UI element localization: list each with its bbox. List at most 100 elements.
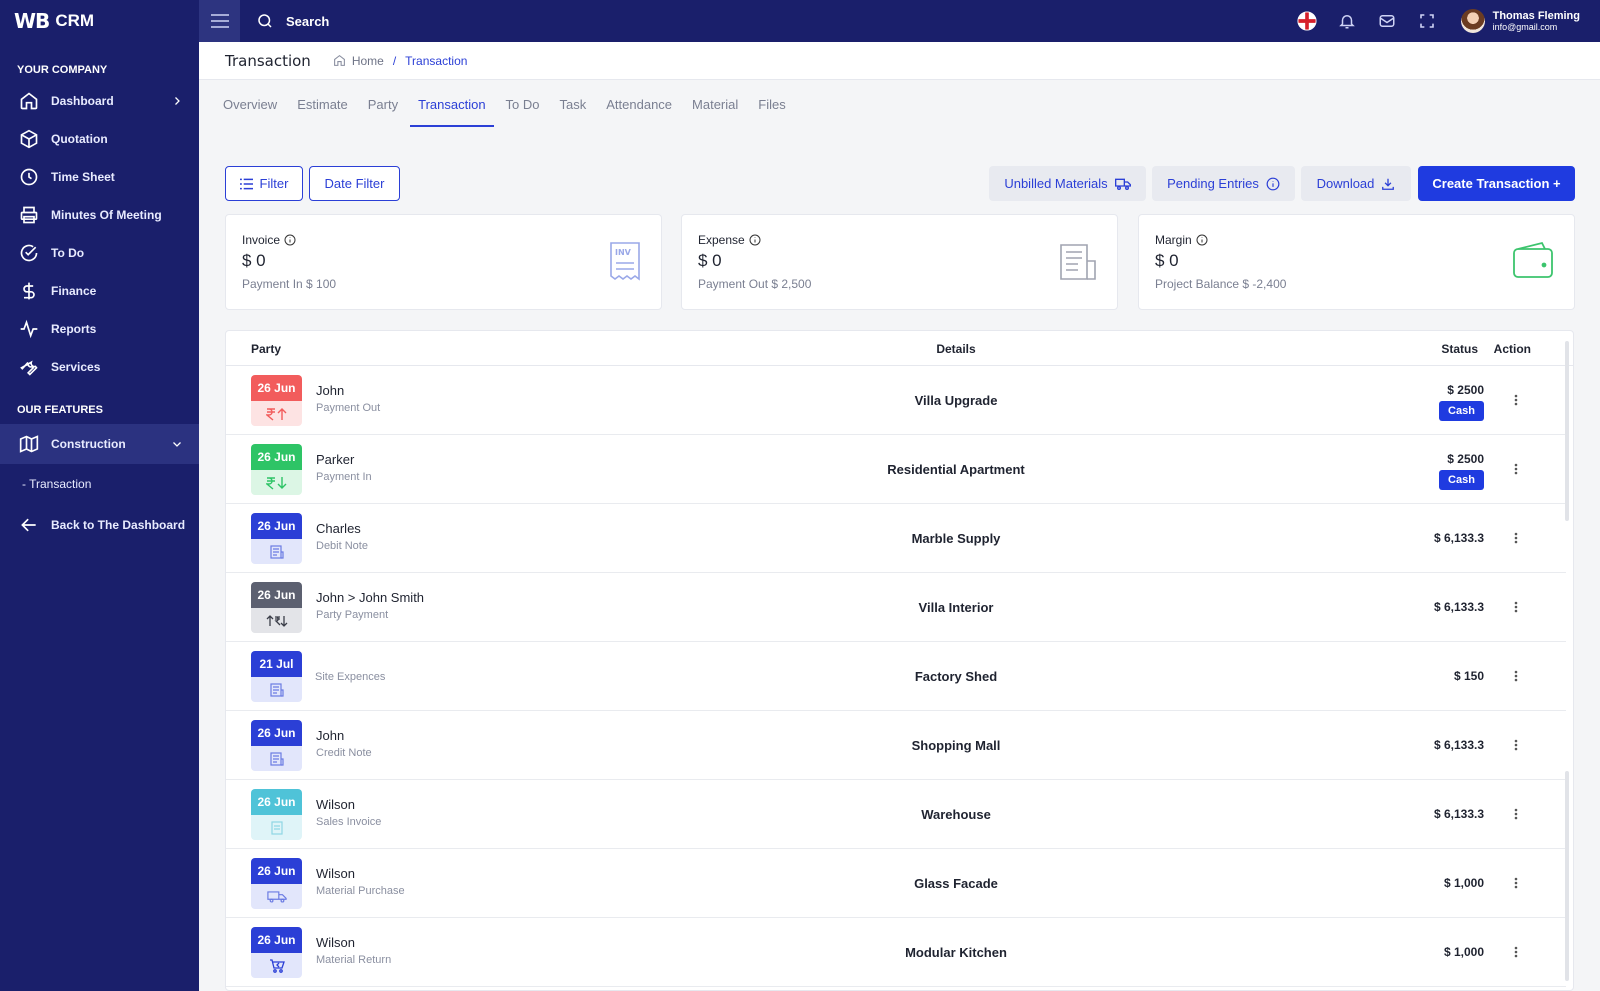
breadcrumb-home[interactable]: Home: [352, 54, 384, 68]
download-button[interactable]: Download: [1301, 166, 1411, 201]
more-options-icon[interactable]: [1508, 805, 1524, 823]
mail-icon[interactable]: [1377, 11, 1397, 31]
sidebar-item-quotation[interactable]: Quotation: [0, 120, 199, 158]
invoice-receipt-icon: INV: [610, 242, 640, 281]
date-label: 26 Jun: [251, 927, 302, 953]
more-options-icon[interactable]: [1508, 736, 1524, 754]
table-row[interactable]: 26 Jun Wilson Material Return Modular Ki…: [226, 918, 1566, 987]
sidebar-item-reports[interactable]: Reports: [0, 310, 199, 348]
date-badge: 26 Jun: [251, 789, 302, 840]
table-row[interactable]: 26 Jun John Credit Note Shopping Mall $ …: [226, 711, 1566, 780]
table-row[interactable]: 26 Jun Wilson Material Purchase Glass Fa…: [226, 849, 1566, 918]
bell-icon[interactable]: [1337, 11, 1357, 31]
sidebar-item-finance[interactable]: Finance: [0, 272, 199, 310]
card-value: $ 0: [1155, 251, 1179, 270]
tab-to-do[interactable]: To Do: [496, 80, 550, 128]
sidebar-item-time-sheet[interactable]: Time Sheet: [0, 158, 199, 196]
transaction-amount: $ 1,000: [1443, 945, 1484, 959]
sidebar-item-to-do[interactable]: To Do: [0, 234, 199, 272]
more-options-icon[interactable]: [1508, 943, 1524, 961]
date-label: 26 Jun: [251, 375, 302, 401]
menu-toggle-button[interactable]: [199, 0, 240, 42]
expense-document-icon: [1060, 244, 1096, 280]
sidebar-item-label: Services: [51, 360, 101, 374]
sidebar-item-minutes-of-meeting[interactable]: Minutes Of Meeting: [0, 196, 199, 234]
table-row[interactable]: 26 Jun John Payment Out Villa Upgrade $ …: [226, 366, 1566, 435]
tab-party[interactable]: Party: [358, 80, 408, 128]
sidebar-item-services[interactable]: Services: [0, 348, 199, 386]
tab-material[interactable]: Material: [682, 80, 748, 128]
back-to-dashboard-link[interactable]: Back to The Dashboard: [0, 504, 199, 546]
transaction-details: Glass Facade: [914, 876, 998, 891]
transaction-amount: $ 1,000: [1443, 876, 1484, 890]
sidebar-item-dashboard[interactable]: Dashboard: [0, 82, 199, 120]
filter-label: Filter: [259, 176, 289, 191]
card-label-text: Margin: [1155, 233, 1192, 247]
table-row[interactable]: 26 Jun Wilson Sales Invoice Warehouse $ …: [226, 780, 1566, 849]
card-label: Margin: [1155, 233, 1558, 247]
transaction-type: Payment Out: [316, 402, 381, 414]
topbar-actions: Thomas Fleming info@gmail.com: [1297, 0, 1580, 42]
tab-files[interactable]: Files: [748, 80, 795, 128]
invoice-card: Invoice $ 0 Payment In $ 100 INV: [225, 214, 662, 310]
sidebar-item-label: Quotation: [51, 132, 108, 146]
party-name: Parker: [316, 452, 355, 467]
search-box[interactable]: Search: [240, 12, 329, 30]
create-transaction-button[interactable]: Create Transaction +: [1418, 166, 1575, 201]
sidebar-item-label: Reports: [51, 322, 97, 336]
brand[interactable]: WB CRM: [0, 0, 199, 42]
transaction-amount: $ 6,133.3: [1433, 738, 1484, 752]
date-filter-button[interactable]: Date Filter: [309, 166, 400, 201]
tab-task[interactable]: Task: [550, 80, 597, 128]
column-header-action: Action: [1493, 342, 1531, 356]
more-options-icon[interactable]: [1508, 391, 1524, 409]
unbilled-materials-button[interactable]: Unbilled Materials: [989, 166, 1146, 201]
clock-icon: [20, 168, 38, 186]
info-icon[interactable]: [284, 234, 296, 246]
table-row[interactable]: 21 Jul Site Expences Factory Shed $ 150: [226, 642, 1566, 711]
transaction-type: Credit Note: [316, 747, 372, 759]
table-row[interactable]: 26 Jun Charles Debit Note Marble Supply …: [226, 504, 1566, 573]
payment-mode-badge: Cash: [1439, 470, 1484, 490]
date-label: 26 Jun: [251, 858, 302, 884]
tab-attendance[interactable]: Attendance: [596, 80, 682, 128]
date-label: 26 Jun: [251, 789, 302, 815]
transaction-type: Debit Note: [316, 540, 368, 552]
table-row[interactable]: 26 Jun Parker Payment In Residential Apa…: [226, 435, 1566, 504]
table-scrollbar-thumb[interactable]: [1565, 771, 1569, 981]
user-profile[interactable]: Thomas Fleming info@gmail.com: [1460, 9, 1580, 33]
card-subtext: Payment In $ 100: [242, 277, 337, 291]
transaction-type: Site Expences: [315, 671, 386, 683]
tab-transaction[interactable]: Transaction: [408, 80, 495, 128]
brand-name: CRM: [55, 11, 95, 30]
fullscreen-icon[interactable]: [1417, 11, 1437, 31]
card-label-text: Expense: [698, 233, 745, 247]
pending-entries-button[interactable]: Pending Entries: [1152, 166, 1295, 201]
arrow-left-icon: [21, 518, 36, 532]
language-flag-icon[interactable]: [1297, 11, 1317, 31]
party-name: Wilson: [316, 797, 356, 812]
card-label: Invoice: [242, 233, 645, 247]
sidebar: WB CRM YOUR COMPANY Dashboard Quotation …: [0, 0, 199, 991]
sidebar-item-construction[interactable]: Construction: [0, 424, 199, 464]
info-icon: [1266, 177, 1280, 190]
table-row[interactable]: 26 Jun John > John Smith Party Payment V…: [226, 573, 1566, 642]
more-options-icon[interactable]: [1508, 667, 1524, 685]
topbar: Search Thomas Fleming info@gmail.com: [199, 0, 1600, 42]
pending-entries-label: Pending Entries: [1167, 176, 1259, 191]
transaction-type: Party Payment: [316, 609, 389, 621]
info-icon[interactable]: [1196, 234, 1208, 246]
info-icon[interactable]: [749, 234, 761, 246]
table-scrollbar[interactable]: [1565, 341, 1569, 521]
more-options-icon[interactable]: [1508, 874, 1524, 892]
tab-overview[interactable]: Overview: [213, 80, 287, 128]
date-label: 21 Jul: [251, 651, 302, 677]
more-options-icon[interactable]: [1508, 598, 1524, 616]
transaction-amount: $ 6,133.3: [1433, 531, 1484, 545]
more-options-icon[interactable]: [1508, 460, 1524, 478]
filter-button[interactable]: Filter: [225, 166, 303, 201]
sidebar-subitem-transaction[interactable]: - Transaction: [0, 464, 199, 504]
more-options-icon[interactable]: [1508, 529, 1524, 547]
tab-estimate[interactable]: Estimate: [287, 80, 358, 128]
card-label-text: Invoice: [242, 233, 281, 247]
